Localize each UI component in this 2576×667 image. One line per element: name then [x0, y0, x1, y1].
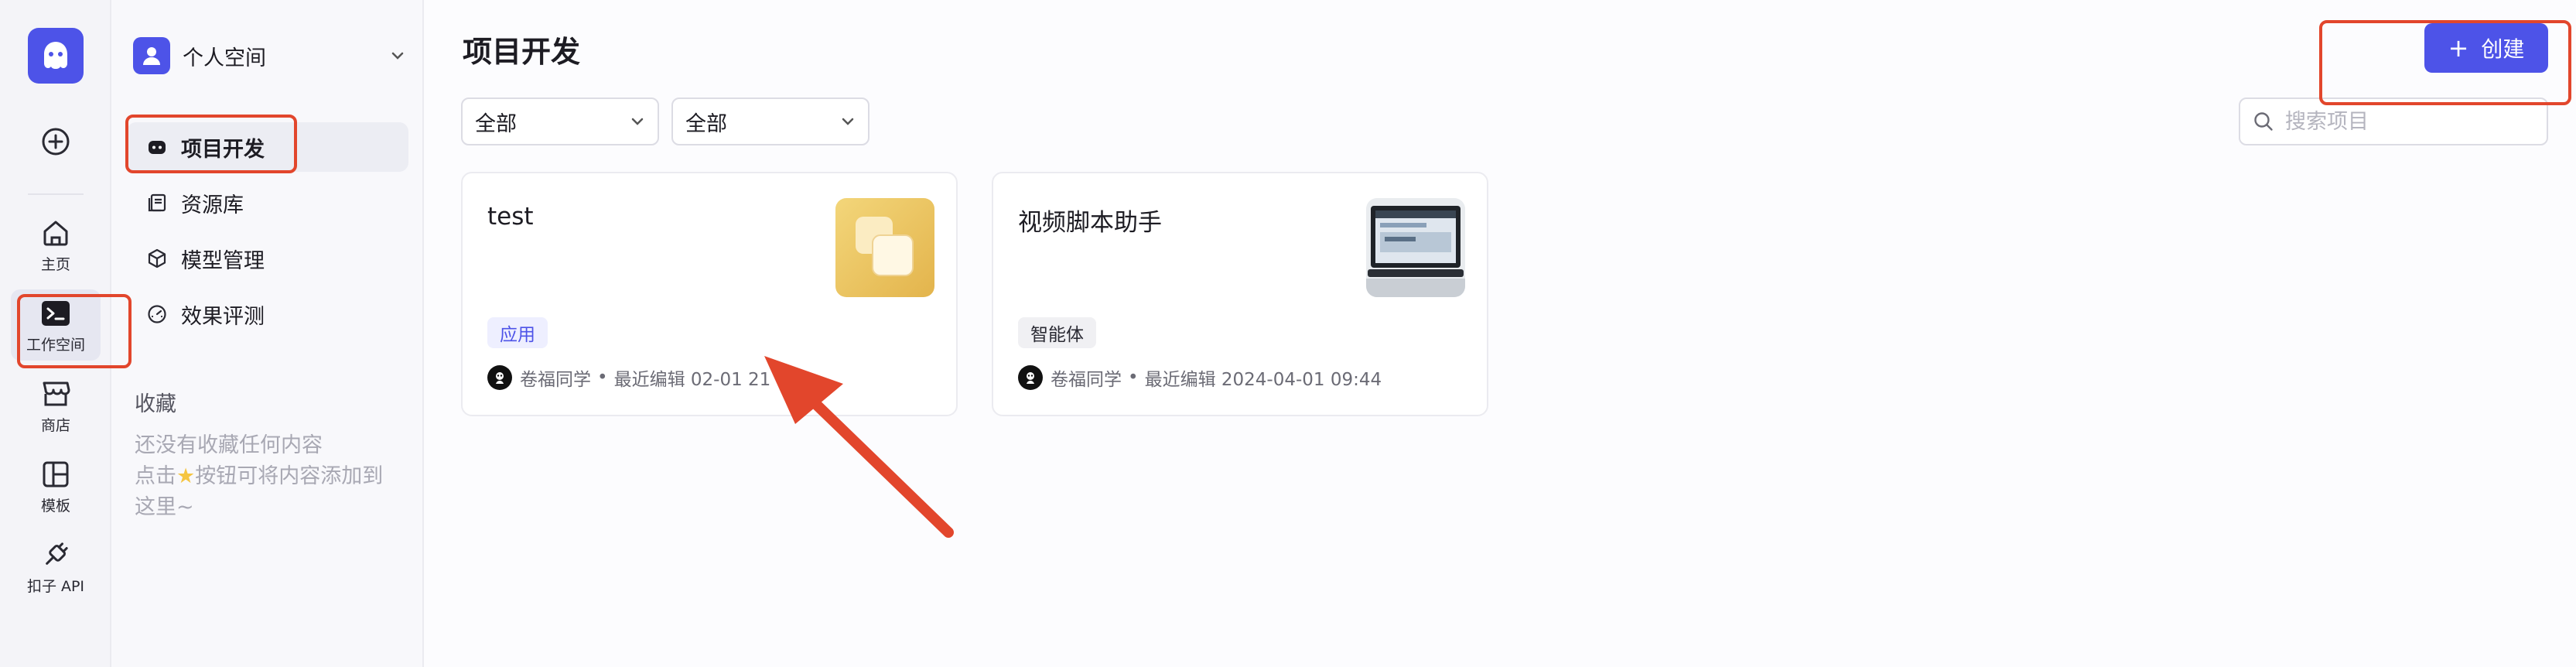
rail-item-store[interactable]: 商店: [11, 370, 101, 441]
ghost-logo-icon: [44, 42, 67, 69]
project-card-video-script[interactable]: 视频脚本助手 智能体 卷福同学 • 最近编辑 2024-04-01 09:44: [992, 172, 1488, 416]
plug-icon: [39, 538, 73, 572]
search-input[interactable]: [2285, 109, 2533, 134]
chevron-down-icon: [387, 45, 408, 67]
card-meta: 卷福同学 • 最近编辑 02-01 21: [487, 364, 770, 392]
search-icon: [2254, 112, 2273, 131]
library-icon: [145, 191, 169, 214]
type-tag: 智能体: [1018, 317, 1096, 348]
favorites-empty-line2-start: 点击: [135, 464, 176, 488]
terminal-icon: [39, 296, 73, 330]
app-logo[interactable]: [28, 28, 84, 84]
space-name: 个人空间: [183, 46, 266, 70]
new-button[interactable]: [40, 126, 71, 157]
rail-item-home[interactable]: 主页: [11, 209, 101, 280]
search-box[interactable]: [2239, 97, 2548, 145]
card-meta: 卷福同学 • 最近编辑 2024-04-01 09:44: [1018, 364, 1382, 392]
workspace-sidebar: 个人空间 项目开发 资源库 模型管理 效果评测 收藏 还没有收藏任何内容 点击★…: [111, 0, 424, 667]
type-filter-value: 全部: [475, 111, 517, 136]
meta-separator: •: [597, 368, 608, 388]
nav-item-label: 项目开发: [181, 137, 265, 162]
favorites-empty-line: 点击★按钮可将内容添加到: [135, 461, 413, 492]
nav-item-library[interactable]: 资源库: [127, 178, 408, 227]
template-icon: [39, 457, 73, 491]
store-icon: [39, 377, 73, 411]
meta-separator: •: [1128, 368, 1139, 388]
nav-item-projects[interactable]: 项目开发: [127, 122, 408, 172]
app-thumbnail: [835, 198, 934, 297]
nav-item-models[interactable]: 模型管理: [127, 234, 408, 283]
rail-item-label: 扣子 API: [26, 577, 85, 595]
plus-circle-icon: [42, 128, 70, 156]
edited-time: 最近编辑 2024-04-01 09:44: [1144, 370, 1382, 390]
favorites-title: 收藏: [135, 392, 176, 416]
project-card-test[interactable]: test 应用 卷福同学 • 最近编辑 02-01 21: [461, 172, 958, 416]
create-button-label: 创建: [2481, 36, 2525, 62]
creator-filter-select[interactable]: 全部: [671, 97, 869, 145]
author-name: 卷福同学: [1051, 370, 1122, 390]
author-avatar: [487, 365, 512, 390]
favorites-empty-line: 还没有收藏任何内容: [135, 433, 323, 457]
type-tag: 应用: [487, 317, 548, 348]
create-button[interactable]: + 创建: [2424, 23, 2548, 73]
cube-icon: [145, 247, 169, 270]
bot-icon: [145, 135, 169, 159]
nav-item-label: 模型管理: [181, 248, 265, 273]
chevron-down-icon: [842, 118, 854, 125]
favorites-empty-text: 还没有收藏任何内容 点击★按钮可将内容添加到 这里~: [135, 430, 413, 523]
rail-item-label: 主页: [40, 255, 70, 273]
nav-item-label: 资源库: [181, 193, 244, 217]
left-rail: 主页 工作空间 商店 模板 扣子 API: [0, 0, 111, 667]
gauge-icon: [145, 303, 169, 326]
type-filter-select[interactable]: 全部: [461, 97, 659, 145]
home-icon: [39, 216, 73, 250]
edited-time: 最近编辑 02-01 21: [613, 370, 771, 390]
favorites-empty-line2-end: 按钮可将内容添加到: [195, 464, 384, 488]
user-icon: [133, 37, 170, 74]
rail-item-workspace[interactable]: 工作空间: [11, 289, 101, 361]
card-title: test: [487, 203, 534, 231]
favorites-empty-line: 这里~: [135, 495, 194, 519]
agent-thumbnail: [1366, 198, 1465, 297]
author-name: 卷福同学: [520, 370, 591, 390]
plus-icon: +: [2448, 33, 2469, 63]
rail-item-api[interactable]: 扣子 API: [11, 531, 101, 602]
rail-item-label: 模板: [40, 497, 70, 515]
author-avatar: [1018, 365, 1043, 390]
creator-filter-value: 全部: [685, 111, 727, 136]
page-title: 项目开发: [463, 35, 581, 69]
nav-item-label: 效果评测: [181, 304, 265, 329]
nav-item-evaluation[interactable]: 效果评测: [127, 289, 408, 339]
rail-divider: [28, 193, 84, 195]
rail-item-label: 工作空间: [26, 336, 85, 354]
card-title: 视频脚本助手: [1018, 209, 1162, 237]
space-switcher[interactable]: 个人空间: [133, 36, 408, 76]
rail-item-templates[interactable]: 模板: [11, 450, 101, 522]
star-icon: ★: [176, 464, 196, 488]
rail-item-label: 商店: [40, 416, 70, 434]
chevron-down-icon: [631, 118, 644, 125]
